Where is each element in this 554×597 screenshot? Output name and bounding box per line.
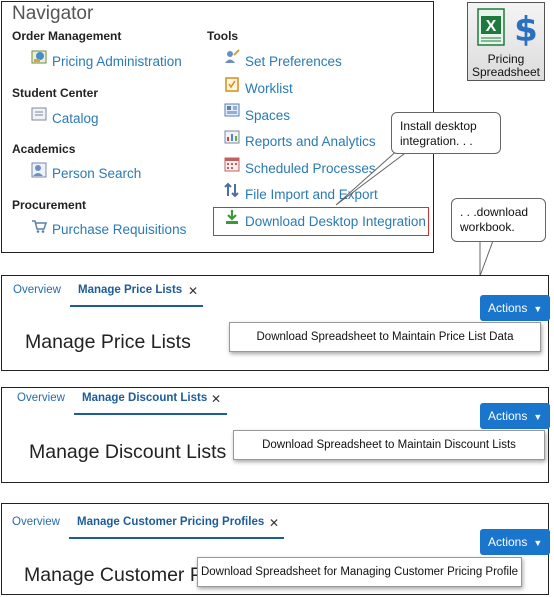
close-tab-icon[interactable]: ✕ xyxy=(188,284,198,298)
actions-button[interactable]: Actions ▼ xyxy=(480,403,551,429)
customer-pricing-profiles-panel: Overview Manage Customer Pricing Profile… xyxy=(1,503,551,595)
actions-button[interactable]: Actions ▼ xyxy=(480,529,551,555)
close-tab-icon[interactable]: ✕ xyxy=(211,392,221,406)
menu-item-download-discount-lists[interactable]: Download Spreadsheet to Maintain Discoun… xyxy=(233,430,545,460)
callout-join-2 xyxy=(481,236,493,241)
page-title: Manage Customer P xyxy=(24,564,203,586)
callout-download-workbook: . . .download workbook. xyxy=(451,198,546,242)
close-tab-icon[interactable]: ✕ xyxy=(269,516,279,530)
actions-label: Actions xyxy=(488,409,528,423)
active-tab-underline xyxy=(74,413,227,415)
chevron-down-icon: ▼ xyxy=(533,304,543,314)
tab-overview[interactable]: Overview xyxy=(17,392,65,404)
tab-overview[interactable]: Overview xyxy=(13,284,61,296)
actions-button[interactable]: Actions ▼ xyxy=(480,295,551,321)
tab-manage-discount-lists[interactable]: Manage Discount Lists xyxy=(82,392,207,404)
callout-join-1 xyxy=(400,146,412,152)
discount-lists-panel: Overview Manage Discount Lists ✕ Manage … xyxy=(1,387,551,483)
menu-item-download-price-list[interactable]: Download Spreadsheet to Maintain Price L… xyxy=(229,322,541,352)
page-title: Manage Price Lists xyxy=(25,331,191,353)
tab-manage-price-lists[interactable]: Manage Price Lists xyxy=(78,284,182,296)
tab-overview[interactable]: Overview xyxy=(12,516,60,528)
price-lists-panel: Overview Manage Price Lists ✕ Manage Pri… xyxy=(1,275,551,371)
active-tab-underline xyxy=(70,305,203,307)
actions-label: Actions xyxy=(488,301,528,315)
active-tab-underline xyxy=(69,537,284,539)
chevron-down-icon: ▼ xyxy=(533,412,543,422)
page-title: Manage Discount Lists xyxy=(29,441,227,463)
tab-manage-customer-pricing-profiles[interactable]: Manage Customer Pricing Profiles xyxy=(77,516,264,528)
chevron-down-icon: ▼ xyxy=(533,538,543,548)
actions-label: Actions xyxy=(488,535,528,549)
menu-item-download-customer-pricing-profile[interactable]: Download Spreadsheet for Managing Custom… xyxy=(197,557,522,587)
